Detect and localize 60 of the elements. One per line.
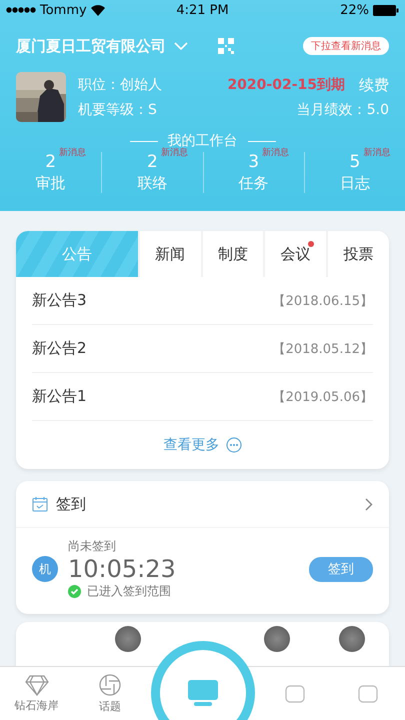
item-count[interactable]: 5 (349, 152, 360, 172)
more-icon[interactable] (226, 437, 242, 453)
tab-icon (356, 682, 380, 704)
new-message-label: 新消息 (160, 147, 188, 159)
news-tab[interactable]: 会议 (263, 231, 326, 277)
notice-date: 【2019.05.06】 (272, 388, 373, 406)
notice-title[interactable]: 新公告3 (32, 291, 87, 310)
item-count[interactable]: 2 (45, 152, 56, 172)
battery-percent: 22% (340, 2, 370, 18)
signal-icon (6, 7, 36, 13)
app-icon[interactable] (338, 626, 365, 652)
item-count[interactable]: 2 (146, 152, 158, 172)
renew-link[interactable]: 续费 (359, 76, 389, 94)
tab-icon (283, 682, 308, 704)
workbench-item[interactable]: 联络 (137, 174, 168, 193)
new-message-label: 新消息 (363, 146, 390, 159)
diamond-icon (24, 674, 49, 696)
checkin-title: 签到 (56, 494, 86, 514)
app-icon[interactable] (114, 626, 141, 652)
range-status: 已进入签到范围 (87, 583, 171, 600)
check-icon (68, 585, 81, 598)
user-avatar: 机 (32, 556, 58, 582)
new-message-label: 新消息 (262, 146, 290, 159)
monitor-icon (186, 678, 220, 708)
monthly-performance: 当月绩效：5.0 (296, 100, 389, 118)
wifi-icon (90, 4, 105, 16)
notice-title[interactable]: 新公告1 (32, 387, 87, 406)
app-icon[interactable] (264, 626, 290, 652)
clock: 4:21 PM (176, 2, 229, 18)
security-level: 机要等级：S (78, 100, 157, 118)
tab-bar-item[interactable]: 话题 (73, 667, 146, 720)
notice-date: 【2018.06.15】 (272, 292, 373, 310)
news-tab[interactable]: 公告 (16, 231, 138, 277)
battery-icon (373, 4, 400, 16)
tab-bar-item[interactable]: 钻石海岸 (0, 667, 74, 720)
pull-hint-badge: 下拉查看新消息 (303, 37, 389, 55)
news-tab[interactable]: 投票 (326, 231, 389, 277)
chevron-right-icon[interactable] (365, 498, 373, 510)
workbench-item[interactable]: 日志 (340, 174, 370, 193)
notice-title[interactable]: 新公告2 (32, 339, 87, 358)
news-tab[interactable]: 制度 (200, 231, 264, 277)
aperture-icon (98, 673, 122, 697)
checkin-button[interactable]: 签到 (309, 556, 373, 582)
qr-code-icon[interactable] (218, 38, 234, 54)
chevron-down-icon[interactable] (174, 42, 188, 50)
item-count[interactable]: 3 (248, 152, 260, 172)
view-more-link[interactable]: 查看更多 (164, 436, 220, 454)
workbench-item[interactable]: 审批 (36, 174, 66, 193)
carrier-name: Tommy (40, 2, 87, 18)
current-time: 10:05:23 (68, 555, 177, 583)
notice-date: 【2018.05.12】 (272, 340, 373, 358)
expiry-date: 2020-02-15到期 (227, 76, 345, 94)
workbench-title: 我的工作台 (168, 132, 238, 149)
company-name[interactable]: 厦门夏日工贸有限公司 (16, 36, 166, 56)
workbench-item[interactable]: 任务 (238, 174, 269, 193)
news-tab[interactable]: 新闻 (138, 231, 200, 277)
position-label: 职位：创始人 (78, 76, 162, 94)
calendar-icon (32, 496, 48, 512)
new-message-label: 新消息 (59, 146, 86, 159)
checkin-status: 尚未签到 (68, 538, 117, 555)
